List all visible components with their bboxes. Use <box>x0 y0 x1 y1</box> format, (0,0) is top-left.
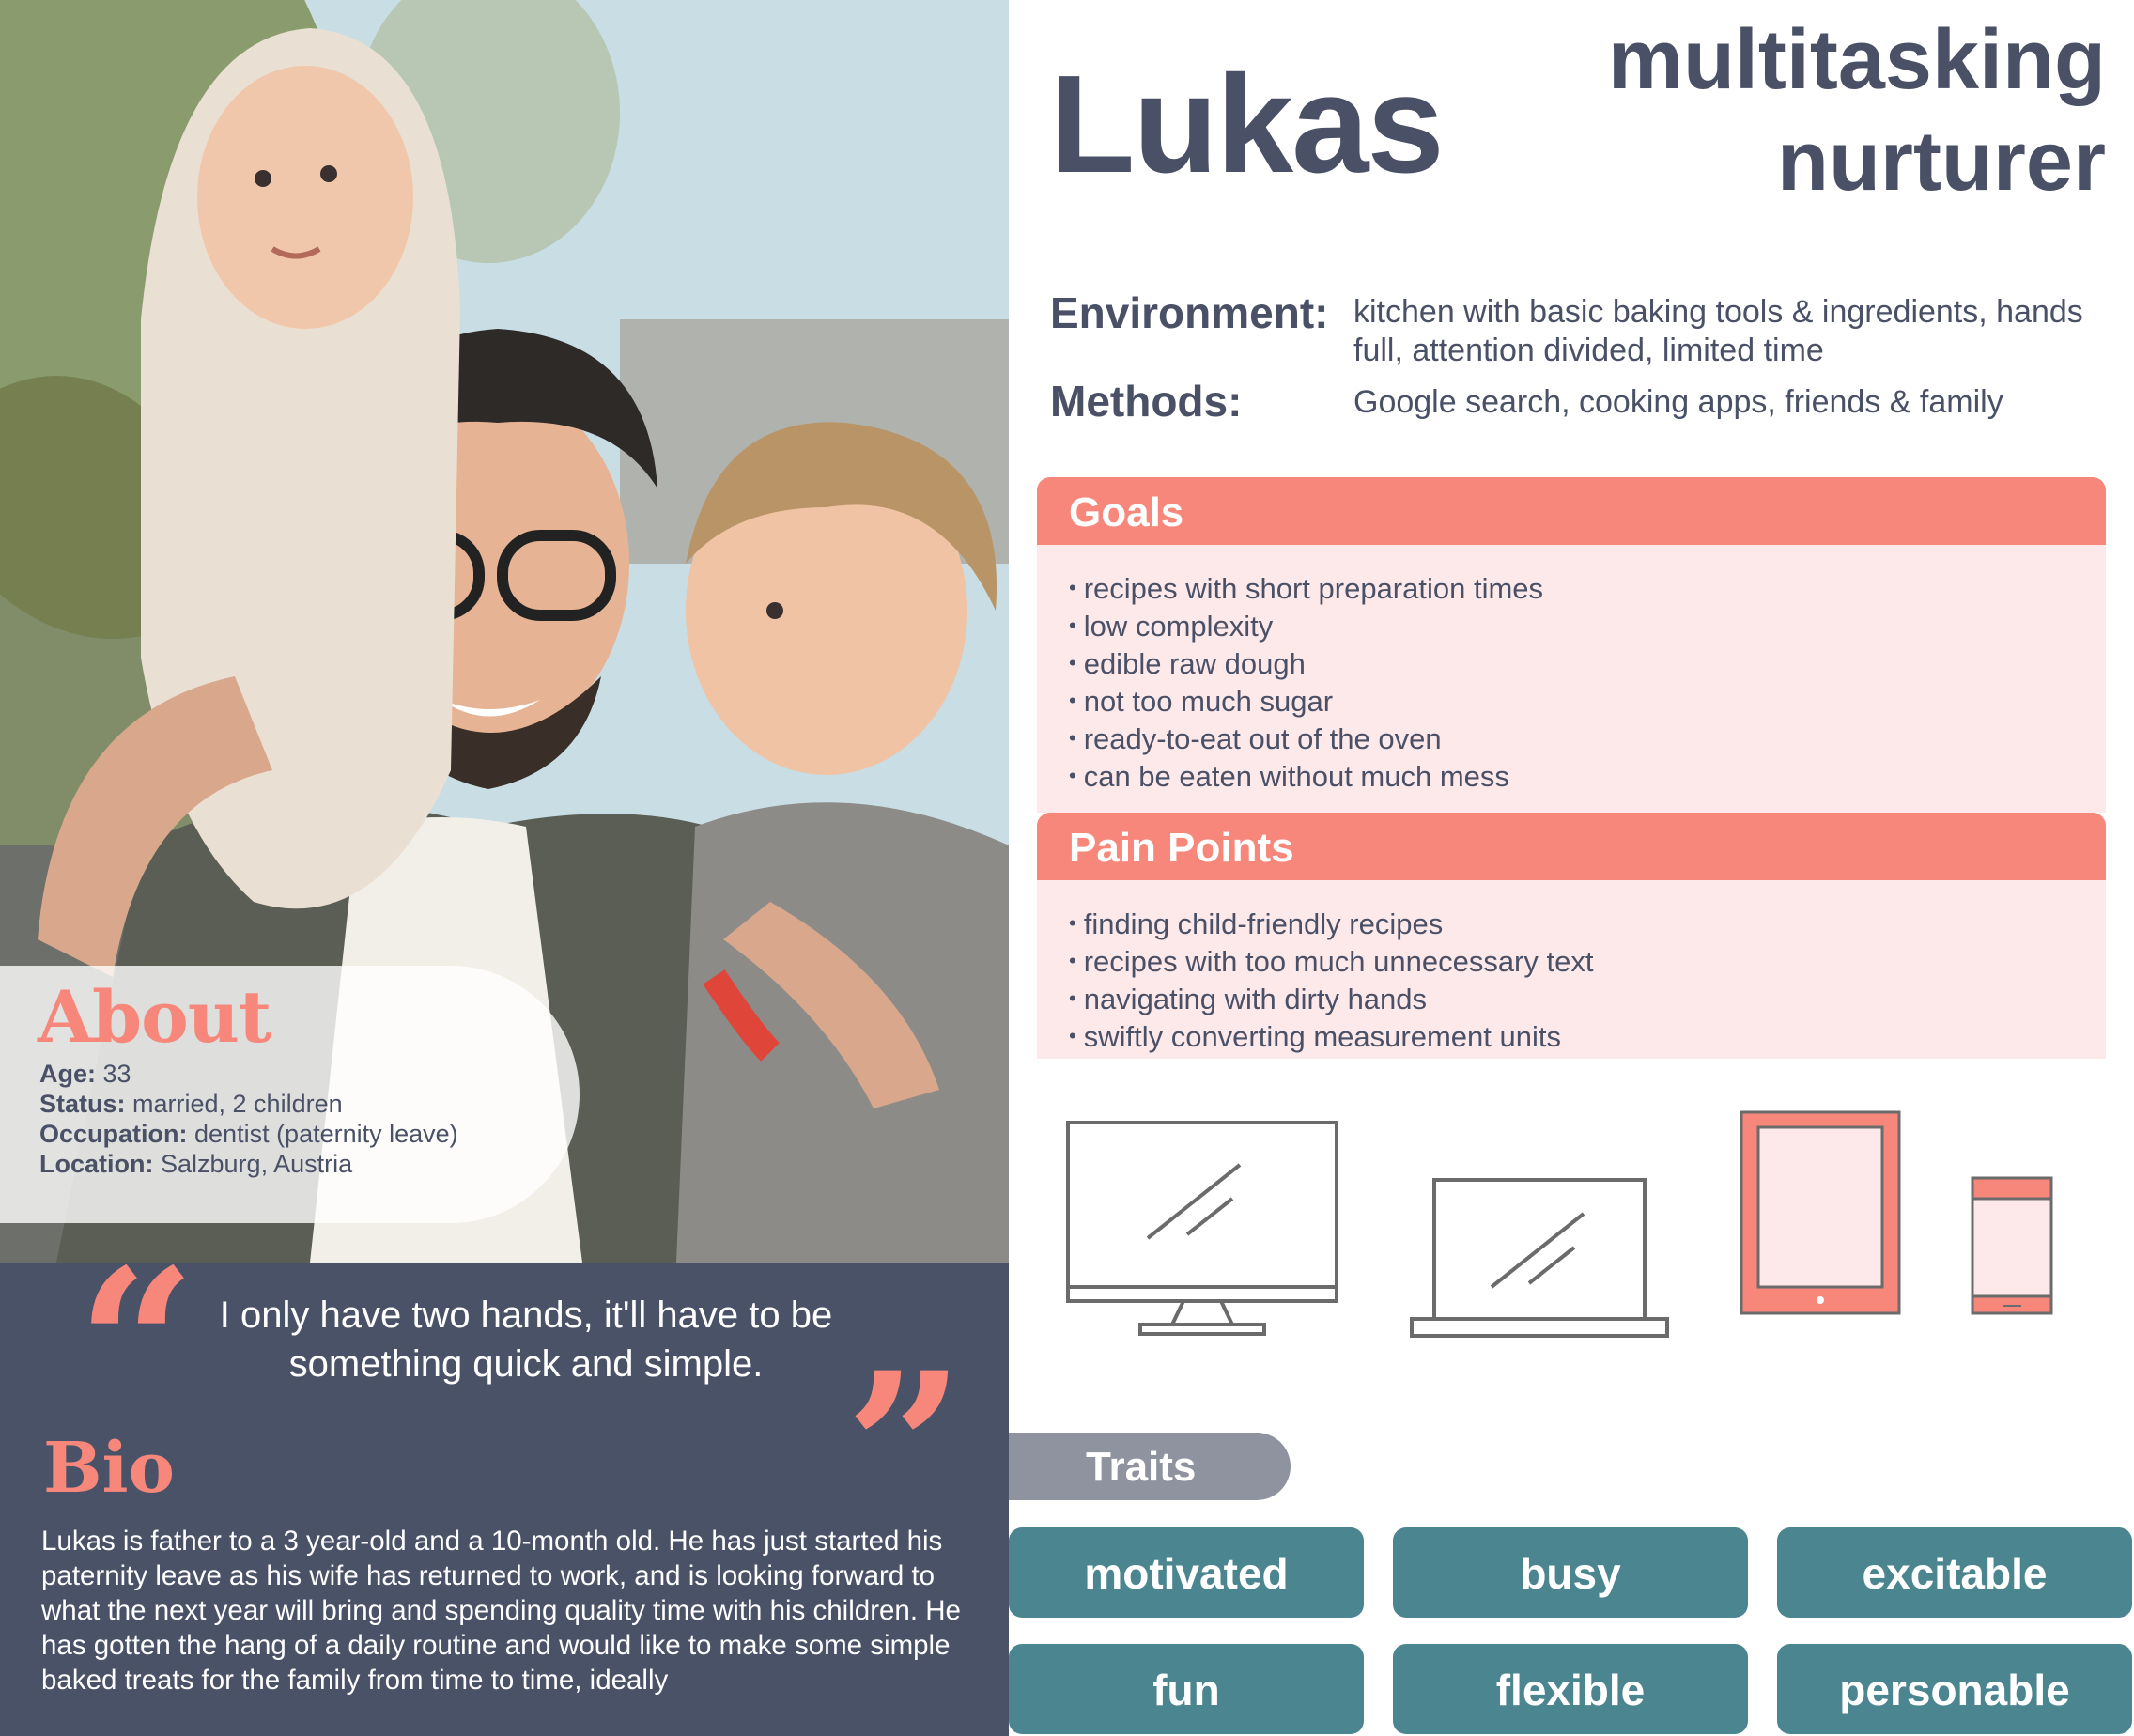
bio-title: Bio <box>43 1428 176 1509</box>
about-location-label: Location: <box>39 1150 154 1178</box>
goals-list: recipes with short preparation times low… <box>1069 571 2106 797</box>
goal-item: not too much sugar <box>1069 684 2106 721</box>
goal-item: can be eaten without much mess <box>1069 759 2106 797</box>
tablet-icon <box>1740 1110 1901 1315</box>
about-status: Status: married, 2 children <box>39 1090 343 1119</box>
pain-point-item: swiftly converting measurement units <box>1069 1019 2106 1057</box>
pain-point-item: recipes with too much unnecessary text <box>1069 944 2106 982</box>
goals-header: Goals <box>1037 477 2106 545</box>
about-occupation: Occupation: dentist (paternity leave) <box>39 1120 458 1149</box>
pain-point-item: navigating with dirty hands <box>1069 982 2106 1019</box>
close-quote-icon: ” <box>845 1326 965 1570</box>
about-age-value: 33 <box>96 1060 131 1088</box>
about-age-label: Age: <box>39 1060 96 1088</box>
persona-tagline: multitasking nurturer <box>1448 9 2106 212</box>
methods-value: Google search, cooking apps, friends & f… <box>1353 384 2003 420</box>
trait-badge-personable: personable <box>1777 1644 2132 1734</box>
goal-item: recipes with short preparation times <box>1069 571 2106 609</box>
goals-body: recipes with short preparation times low… <box>1037 545 2106 813</box>
persona-name: Lukas <box>1050 47 1445 202</box>
trait-badge-fun: fun <box>1009 1644 1364 1734</box>
bio-text: Lukas is father to a 3 year-old and a 10… <box>41 1526 961 1696</box>
persona-tagline-line2: nurturer <box>1776 115 2106 209</box>
about-status-label: Status: <box>39 1090 126 1118</box>
about-age: Age: 33 <box>39 1060 131 1089</box>
about-title: About <box>38 975 271 1059</box>
trait-badge-motivated: motivated <box>1009 1527 1364 1618</box>
pain-points-header: Pain Points <box>1037 813 2106 880</box>
about-location: Location: Salzburg, Austria <box>39 1150 352 1179</box>
environment-value: kitchen with basic baking tools & ingred… <box>1353 294 2083 368</box>
goal-item: low complexity <box>1069 609 2106 646</box>
trait-badge-busy: busy <box>1393 1527 1748 1618</box>
about-location-value: Salzburg, Austria <box>153 1150 353 1178</box>
traits-label: Traits <box>1009 1433 1291 1500</box>
goal-item: ready-to-eat out of the oven <box>1069 721 2106 759</box>
goal-item: edible raw dough <box>1069 646 2106 684</box>
trait-badge-excitable: excitable <box>1777 1527 2132 1618</box>
pain-points-body: finding child-friendly recipes recipes w… <box>1037 880 2106 1059</box>
about-occupation-label: Occupation: <box>39 1120 188 1148</box>
laptop-icon <box>1409 1176 1670 1338</box>
persona-quote: I only have two hands, it'll have to be … <box>219 1294 833 1385</box>
desktop-monitor-icon <box>1065 1120 1339 1338</box>
persona-tagline-line1: multitasking <box>1607 13 2106 107</box>
pain-point-item: finding child-friendly recipes <box>1069 907 2106 944</box>
pain-points-list: finding child-friendly recipes recipes w… <box>1069 907 2106 1057</box>
methods-label: Methods: <box>1050 377 1243 426</box>
smartphone-icon <box>1971 1176 2053 1315</box>
about-status-value: married, 2 children <box>125 1090 343 1118</box>
environment-label: Environment: <box>1050 288 1329 337</box>
trait-badge-flexible: flexible <box>1393 1644 1748 1734</box>
about-occupation-value: dentist (paternity leave) <box>187 1120 458 1148</box>
